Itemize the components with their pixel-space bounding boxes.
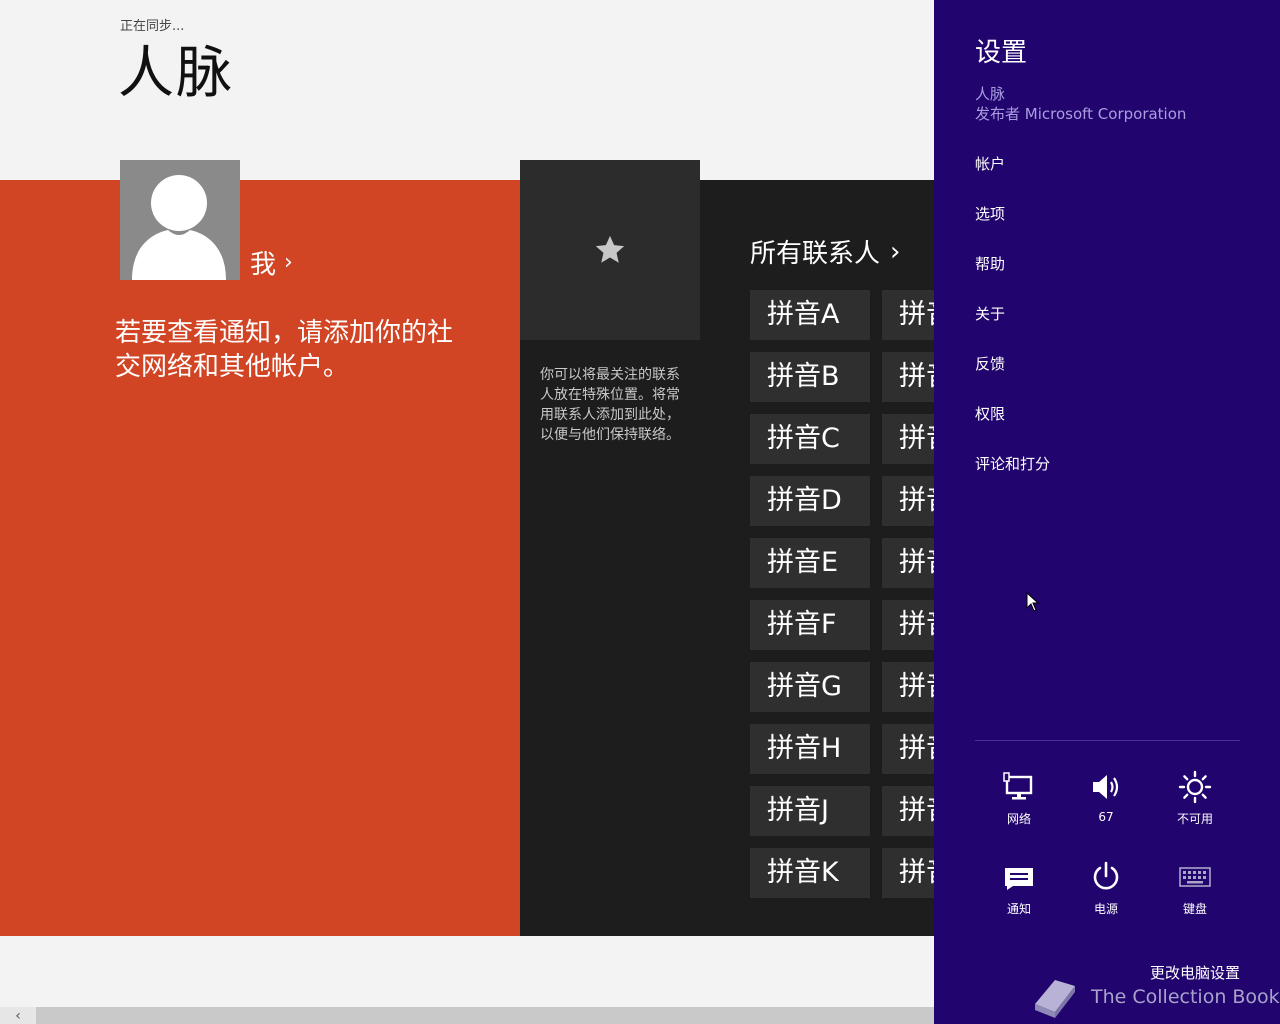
chevron-right-icon: › — [284, 250, 293, 275]
brightness-button[interactable]: 不可用 — [1155, 770, 1235, 827]
keyboard-icon — [1179, 867, 1211, 887]
network-button[interactable]: 网络 — [979, 770, 1059, 827]
network-icon — [1003, 772, 1033, 800]
favorites-description: 你可以将最关注的联系人放在特殊位置。将常用联系人添加到此处，以便与他们保持联络。 — [540, 367, 680, 443]
app-info: 人脉 发布者 Microsoft Corporation — [975, 84, 1186, 124]
menu-item-feedback[interactable]: 反馈 — [975, 354, 1050, 404]
menu-item-accounts[interactable]: 帐户 — [975, 154, 1050, 204]
keyboard-label: 键盘 — [1182, 902, 1207, 916]
power-button[interactable]: 电源 — [1066, 860, 1146, 917]
app-name: 人脉 — [975, 85, 1006, 103]
power-icon — [1093, 861, 1119, 890]
publisher: 发布者 Microsoft Corporation — [975, 105, 1187, 123]
contact-tile[interactable]: 拼音E — [750, 538, 870, 588]
notifications-label: 通知 — [1006, 902, 1031, 916]
contact-tile[interactable]: 拼音 — [882, 724, 934, 774]
settings-menu: 帐户 选项 帮助 关于 反馈 权限 评论和打分 — [975, 154, 1050, 504]
contact-tile[interactable]: 拼音 — [882, 786, 934, 836]
contact-tile[interactable]: 拼音K — [750, 848, 870, 898]
settings-title: 设置 — [975, 38, 1028, 68]
horizontal-scrollbar[interactable] — [0, 1007, 934, 1024]
contact-tile[interactable]: 拼音C — [750, 414, 870, 464]
person-icon — [132, 175, 226, 280]
notification-hint: 若要查看通知，请添加你的社交网络和其他帐户。 — [115, 318, 454, 382]
contact-tile[interactable]: 拼音G — [750, 662, 870, 712]
contact-tile[interactable]: 拼音 — [882, 290, 934, 340]
network-label: 网络 — [1006, 812, 1031, 826]
contact-tile[interactable]: 拼音 — [882, 476, 934, 526]
power-label: 电源 — [1093, 902, 1118, 916]
contact-tile[interactable]: 拼音B — [750, 352, 870, 402]
scroll-left-arrow-icon[interactable]: ‹ — [0, 1007, 36, 1024]
brightness-label: 不可用 — [1176, 812, 1213, 826]
volume-icon — [1093, 775, 1119, 799]
book-icon — [1035, 980, 1075, 1018]
divider — [975, 740, 1240, 741]
mouse-cursor-icon — [1026, 592, 1040, 612]
contact-tile[interactable]: 拼音 — [882, 662, 934, 712]
me-link[interactable]: 我 › — [250, 244, 293, 281]
volume-button[interactable]: 67 — [1066, 770, 1146, 824]
menu-item-permissions[interactable]: 权限 — [975, 404, 1050, 454]
keyboard-button[interactable]: 键盘 — [1155, 860, 1235, 917]
sync-status: 正在同步... — [120, 19, 185, 34]
contact-tile[interactable]: 拼音A — [750, 290, 870, 340]
star-icon — [595, 235, 625, 263]
notifications-button[interactable]: 通知 — [979, 860, 1059, 917]
contact-tile[interactable]: 拼音H — [750, 724, 870, 774]
contact-tile[interactable]: 拼音 — [882, 600, 934, 650]
contact-tile[interactable]: 拼音 — [882, 352, 934, 402]
menu-item-rate-review[interactable]: 评论和打分 — [975, 454, 1050, 504]
contact-tile[interactable]: 拼音D — [750, 476, 870, 526]
contact-tile[interactable]: 拼音F — [750, 600, 870, 650]
watermark-text: The Collection Book — [1091, 986, 1280, 1008]
contact-grid: 拼音A拼音B拼音C拼音D拼音E拼音F拼音G拼音H拼音J拼音K拼音拼音拼音拼音拼音… — [700, 180, 934, 936]
avatar[interactable] — [120, 160, 240, 280]
contact-tile[interactable]: 拼音 — [882, 848, 934, 898]
settings-charm: 设置 人脉 发布者 Microsoft Corporation 帐户 选项 帮助… — [934, 0, 1280, 1024]
me-panel — [0, 180, 520, 936]
favorites-tile[interactable] — [520, 160, 700, 340]
volume-level: 67 — [1098, 810, 1114, 824]
menu-item-help[interactable]: 帮助 — [975, 254, 1050, 304]
contact-tile[interactable]: 拼音 — [882, 538, 934, 588]
watermark: The Collection Book — [1029, 974, 1280, 1020]
notifications-icon — [1005, 868, 1033, 890]
me-label: 我 — [250, 250, 277, 280]
contact-tile[interactable]: 拼音 — [882, 414, 934, 464]
menu-item-options[interactable]: 选项 — [975, 204, 1050, 254]
page-title: 人脉 — [118, 41, 234, 106]
menu-item-about[interactable]: 关于 — [975, 304, 1050, 354]
brightness-icon — [1178, 770, 1212, 804]
contact-tile[interactable]: 拼音J — [750, 786, 870, 836]
